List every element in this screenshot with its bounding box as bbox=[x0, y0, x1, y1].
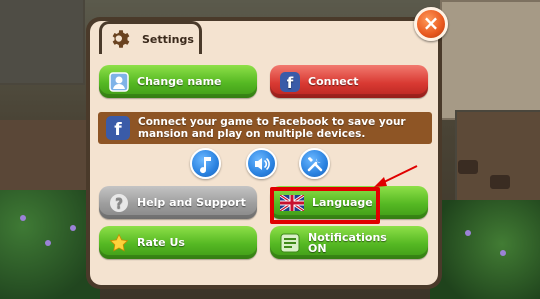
music-note-icon bbox=[199, 156, 211, 173]
background-flower bbox=[20, 215, 26, 221]
background-chair bbox=[490, 175, 510, 189]
background-hedge bbox=[430, 200, 540, 299]
background-flower bbox=[500, 250, 506, 256]
close-icon: × bbox=[422, 11, 440, 35]
background-flower bbox=[465, 230, 471, 236]
background-chair bbox=[458, 160, 478, 174]
dialog-title: Settings bbox=[142, 32, 194, 46]
notifications-label: Notifications ON bbox=[308, 232, 387, 254]
background-room bbox=[0, 0, 85, 85]
connect-facebook-button[interactable]: f Connect bbox=[270, 65, 428, 98]
star-icon bbox=[109, 233, 129, 251]
music-toggle-button[interactable] bbox=[190, 148, 221, 179]
language-highlight-box bbox=[270, 187, 380, 224]
annotation-arrow-icon bbox=[374, 165, 418, 187]
help-label: Help and Support bbox=[137, 196, 246, 209]
notifications-toggle-button[interactable]: Notifications ON bbox=[270, 226, 428, 259]
background-room bbox=[440, 0, 540, 120]
tools-settings-button[interactable] bbox=[299, 148, 330, 179]
facebook-info-banner: f Connect your game to Facebook to save … bbox=[98, 112, 432, 144]
svg-text:?: ? bbox=[115, 196, 123, 212]
help-and-support-button[interactable]: ? Help and Support bbox=[99, 186, 257, 219]
question-mark-icon: ? bbox=[110, 193, 128, 212]
settings-tab: Settings bbox=[99, 21, 202, 54]
close-button[interactable]: × bbox=[414, 7, 448, 41]
notification-list-icon bbox=[280, 233, 300, 252]
background-flower bbox=[70, 225, 76, 231]
gear-icon bbox=[112, 30, 130, 48]
notifications-status: ON bbox=[308, 241, 327, 255]
user-profile-icon bbox=[109, 71, 129, 92]
background-flower bbox=[45, 240, 51, 246]
sound-toggle-button[interactable] bbox=[246, 148, 277, 179]
tools-icon bbox=[307, 156, 322, 171]
facebook-banner-line2: mansion and play on multiple devices. bbox=[138, 128, 366, 140]
rate-us-button[interactable]: Rate Us bbox=[99, 226, 257, 259]
speaker-icon bbox=[254, 157, 270, 170]
facebook-banner-line1: Connect your game to Facebook to save yo… bbox=[138, 116, 406, 128]
change-name-button[interactable]: Change name bbox=[99, 65, 257, 98]
facebook-banner-text: Connect your game to Facebook to save yo… bbox=[138, 116, 406, 140]
notifications-label-line1: Notifications bbox=[308, 230, 387, 244]
rate-us-label: Rate Us bbox=[137, 236, 185, 249]
change-name-label: Change name bbox=[137, 75, 222, 88]
connect-label: Connect bbox=[308, 75, 359, 88]
facebook-icon: f bbox=[280, 71, 300, 92]
facebook-icon: f bbox=[106, 116, 130, 140]
